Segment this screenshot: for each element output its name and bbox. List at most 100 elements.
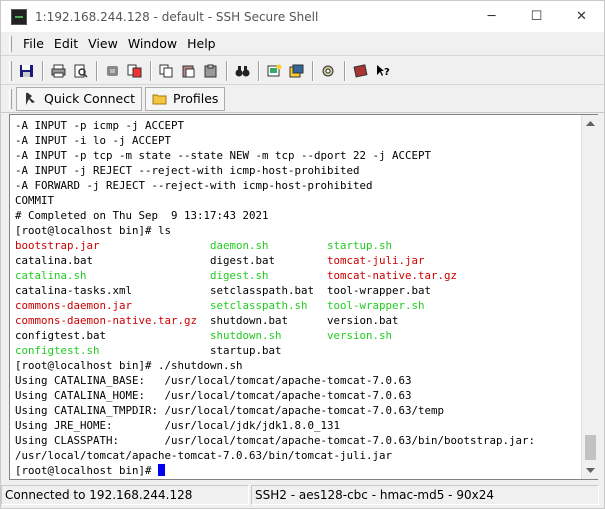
toolbar-separator <box>96 60 98 81</box>
terminal-line: [root@localhost bin]# <box>15 463 581 478</box>
terminal-line: # Completed on Thu Sep 9 13:17:43 2021 <box>15 208 581 223</box>
title-bar[interactable]: 1:192.168.244.128 - default - SSH Secure… <box>1 1 604 32</box>
find-button[interactable] <box>232 60 253 81</box>
terminal-frame: -A INPUT -p icmp -j ACCEPT -A INPUT -i lo… <box>9 114 598 480</box>
help-topics-button[interactable] <box>350 60 371 81</box>
save-icon <box>20 64 33 77</box>
terminal-text: tomcat-juli.jar <box>327 254 425 267</box>
minimize-button[interactable]: ─ <box>469 1 514 32</box>
terminal-text: [root@localhost bin]# ./shutdown.sh <box>15 359 243 372</box>
context-help-button[interactable]: ? <box>372 60 393 81</box>
quick-connect-label: Quick Connect <box>44 91 136 106</box>
quickbar-grip[interactable] <box>9 88 12 109</box>
terminal-text: setclasspath.sh <box>210 299 328 312</box>
terminal-text: digest.sh <box>210 269 328 282</box>
terminal-line: -A INPUT -i lo -j ACCEPT <box>15 133 581 148</box>
paste-button[interactable] <box>178 60 199 81</box>
terminal-line: configtest.sh startup.bat <box>15 343 581 358</box>
menu-window[interactable]: Window <box>123 34 182 53</box>
terminal-scrollbar[interactable] <box>581 115 598 479</box>
paste-clipboard-button[interactable] <box>200 60 221 81</box>
clipboard-icon <box>204 64 217 77</box>
copy-icon <box>159 64 173 77</box>
settings-button[interactable] <box>318 60 339 81</box>
toolbar-separator <box>150 60 152 81</box>
terminal-line: Using CATALINA_BASE: /usr/local/tomcat/a… <box>15 373 581 388</box>
terminal-text: bootstrap.jar <box>15 239 211 252</box>
cipher-status: SSH2 - aes128-cbc - hmac-md5 - 90x24 <box>251 485 599 505</box>
scroll-down-button[interactable] <box>582 462 599 479</box>
terminal-output[interactable]: -A INPUT -p icmp -j ACCEPT -A INPUT -i lo… <box>10 115 581 479</box>
menu-edit[interactable]: Edit <box>49 34 83 53</box>
new-terminal-icon <box>267 64 282 76</box>
terminal-text: Using CATALINA_BASE: /usr/local/tomcat/a… <box>15 374 412 387</box>
svg-text:?: ? <box>384 67 390 78</box>
terminal-text: digest.bat <box>210 254 328 267</box>
terminal-line: -A INPUT -j REJECT --reject-with icmp-ho… <box>15 163 581 178</box>
menu-file[interactable]: File <box>18 34 49 53</box>
close-button[interactable]: ✕ <box>559 1 604 32</box>
save-button[interactable] <box>16 60 37 81</box>
print-preview-icon <box>74 64 88 78</box>
terminal-line: Using CATALINA_HOME: /usr/local/tomcat/a… <box>15 388 581 403</box>
terminal-line: Using CLASSPATH: /usr/local/tomcat/apach… <box>15 433 581 448</box>
profiles-button[interactable]: Profiles <box>145 86 226 111</box>
terminal-line: commons-daemon-native.tar.gz shutdown.ba… <box>15 313 581 328</box>
terminal-text: configtest.sh <box>15 344 211 357</box>
settings-profile-button[interactable] <box>124 60 145 81</box>
terminal-line: catalina-tasks.xml setclasspath.bat tool… <box>15 283 581 298</box>
menu-bar: File Edit View Window Help <box>1 32 604 56</box>
terminal-text: daemon.sh <box>210 239 328 252</box>
terminal-line: catalina.sh digest.sh tomcat-native.tar.… <box>15 268 581 283</box>
new-file-transfer-button[interactable] <box>286 60 307 81</box>
print-button[interactable] <box>48 60 69 81</box>
terminal-line: /usr/local/tomcat/apache-tomcat-7.0.63/b… <box>15 448 581 463</box>
terminal-text: tomcat-native.tar.gz <box>327 269 458 282</box>
print-preview-button[interactable] <box>70 60 91 81</box>
terminal-text: -A INPUT -p tcp -m state --state NEW -m … <box>15 149 432 162</box>
copy-button[interactable] <box>156 60 177 81</box>
menubar-grip[interactable] <box>9 35 12 52</box>
terminal-line: catalina.bat digest.bat tomcat-juli.jar <box>15 253 581 268</box>
folder-icon <box>152 94 167 104</box>
terminal-line: configtest.bat shutdown.sh version.sh <box>15 328 581 343</box>
chevron-up-icon <box>586 121 595 126</box>
terminal-line: Using JRE_HOME: /usr/local/jdk/jdk1.8.0_… <box>15 418 581 433</box>
terminal-text: configtest.bat <box>15 329 211 342</box>
toolbar-separator <box>258 60 260 81</box>
quick-connect-button[interactable]: Quick Connect <box>16 86 143 111</box>
chevron-down-icon <box>586 468 595 473</box>
toolbar-separator <box>226 60 228 81</box>
quick-connect-bar: Quick Connect Profiles <box>1 85 604 113</box>
printer-icon <box>51 64 66 77</box>
terminal-line: [root@localhost bin]# ls <box>15 223 581 238</box>
disconnect-button[interactable] <box>102 60 123 81</box>
scroll-up-button[interactable] <box>582 115 599 132</box>
new-terminal-button[interactable] <box>264 60 285 81</box>
terminal-text: setclasspath.bat <box>210 284 328 297</box>
terminal-text: catalina.bat <box>15 254 211 267</box>
menu-help[interactable]: Help <box>182 34 221 53</box>
terminal-text: tool-wrapper.bat <box>327 284 432 297</box>
menu-view[interactable]: View <box>83 34 123 53</box>
terminal-text: startup.sh <box>327 239 393 252</box>
status-bar: Connected to 192.168.244.128 SSH2 - aes1… <box>1 483 604 507</box>
toolbar-separator <box>42 60 44 81</box>
terminal-text: # Completed on Thu Sep 9 13:17:43 2021 <box>15 209 269 222</box>
terminal-text: startup.bat <box>210 344 282 357</box>
scroll-thumb[interactable] <box>585 435 596 460</box>
terminal-text: -A INPUT -j REJECT --reject-with icmp-ho… <box>15 164 360 177</box>
terminal-text: [root@localhost bin]# ls <box>15 224 172 237</box>
terminal-text: tool-wrapper.sh <box>327 299 425 312</box>
terminal-text: -A INPUT -i lo -j ACCEPT <box>15 134 172 147</box>
terminal-text: Using CATALINA_TMPDIR: /usr/local/tomcat… <box>15 404 445 417</box>
terminal-text: shutdown.sh <box>210 329 328 342</box>
window-title: 1:192.168.244.128 - default - SSH Secure… <box>35 9 319 24</box>
terminal-text: catalina.sh <box>15 269 211 282</box>
terminal-text: version.bat <box>327 314 399 327</box>
maximize-button[interactable]: ☐ <box>514 1 559 32</box>
terminal-text: COMMIT <box>15 194 55 207</box>
toolbar-grip[interactable] <box>9 60 12 81</box>
terminal-line: bootstrap.jar daemon.sh startup.sh <box>15 238 581 253</box>
main-toolbar: ? <box>1 57 604 85</box>
